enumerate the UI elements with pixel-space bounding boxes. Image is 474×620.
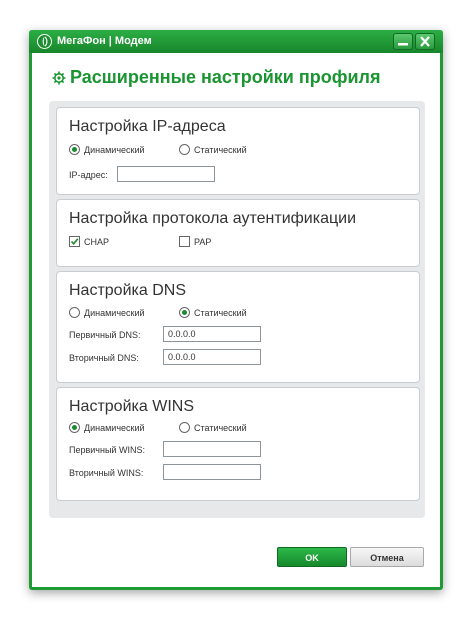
ip-static-radio[interactable]: Статический: [179, 144, 247, 156]
title-bar[interactable]: МегаФон | Модем: [29, 30, 443, 53]
radio-empty-icon: [179, 422, 190, 434]
cancel-button[interactable]: Отмена: [350, 547, 424, 567]
dns-settings-section: Настройка DNS Динамический Статический П…: [56, 271, 420, 383]
ip-dynamic-label: Динамический: [84, 145, 145, 155]
primary-dns-label: Первичный DNS:: [69, 330, 141, 340]
ip-settings-section: Настройка IP-адреса Динамический Статиче…: [56, 107, 420, 195]
megafon-logo-icon: [37, 34, 52, 49]
ip-static-label: Статический: [194, 145, 247, 155]
wins-section-title: Настройка WINS: [69, 398, 194, 415]
ip-address-label: IP-адрес:: [69, 170, 108, 180]
settings-panel: Настройка IP-адреса Динамический Статиче…: [49, 101, 425, 518]
secondary-wins-label: Вторичный WINS:: [69, 468, 144, 478]
radio-selected-icon: [69, 144, 80, 156]
dns-static-radio[interactable]: Статический: [179, 307, 247, 319]
dns-dynamic-label: Динамический: [84, 308, 145, 318]
checkbox-empty-icon: [179, 236, 190, 248]
wins-dynamic-label: Динамический: [84, 423, 145, 433]
close-button[interactable]: [415, 33, 435, 50]
auth-section-title: Настройка протокола аутентификации: [69, 210, 357, 227]
pap-checkbox[interactable]: PAP: [179, 236, 212, 248]
radio-empty-icon: [69, 307, 80, 319]
pap-label: PAP: [194, 237, 212, 247]
ip-section-title: Настройка IP-адреса: [69, 118, 226, 135]
minimize-icon: [398, 43, 408, 46]
primary-wins-field[interactable]: [163, 441, 261, 457]
secondary-dns-label: Вторичный DNS:: [69, 353, 139, 363]
primary-dns-field[interactable]: [163, 326, 261, 342]
dns-section-title: Настройка DNS: [69, 282, 186, 299]
radio-selected-icon: [179, 307, 190, 319]
secondary-wins-field[interactable]: [163, 464, 261, 480]
app-window: МегаФон | Модем Расширенные настройки пр…: [29, 30, 443, 590]
radio-empty-icon: [179, 144, 190, 156]
wins-static-radio[interactable]: Статический: [179, 422, 247, 434]
dns-static-label: Статический: [194, 308, 247, 318]
chap-checkbox[interactable]: CHAP: [69, 236, 110, 248]
minimize-button[interactable]: [393, 33, 413, 50]
wins-settings-section: Настройка WINS Динамический Статический …: [56, 387, 420, 501]
close-icon: [420, 36, 430, 47]
window-client-area: Расширенные настройки профиля Настройка …: [32, 53, 440, 587]
radio-selected-icon: [69, 422, 80, 434]
wins-dynamic-radio[interactable]: Динамический: [69, 422, 145, 434]
dns-dynamic-radio[interactable]: Динамический: [69, 307, 145, 319]
ip-dynamic-radio[interactable]: Динамический: [69, 144, 145, 156]
ok-button[interactable]: OK: [277, 547, 347, 567]
ip-address-field[interactable]: [117, 166, 215, 182]
chap-label: CHAP: [84, 237, 110, 247]
wins-static-label: Статический: [194, 423, 247, 433]
window-title: МегаФон | Модем: [57, 35, 152, 47]
secondary-dns-field[interactable]: [163, 349, 261, 365]
gear-icon: [52, 71, 66, 85]
page-title: Расширенные настройки профиля: [70, 67, 381, 87]
auth-settings-section: Настройка протокола аутентификации CHAP …: [56, 199, 420, 267]
primary-wins-label: Первичный WINS:: [69, 445, 145, 455]
checkbox-checked-icon: [69, 236, 80, 248]
